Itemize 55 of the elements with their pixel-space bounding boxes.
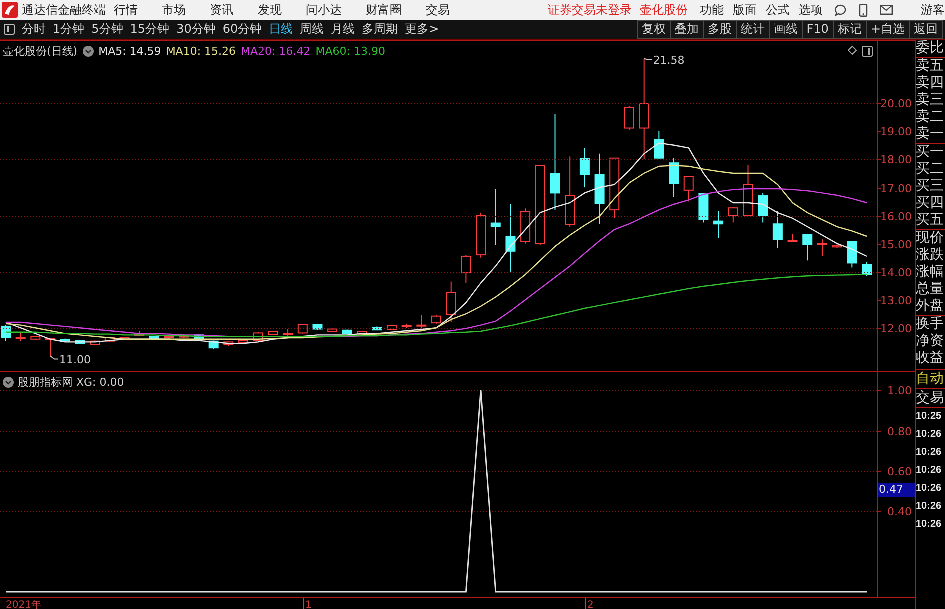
date-label: 2021年	[6, 600, 42, 609]
axis-label: 13.00	[880, 294, 912, 308]
axis-label: 14.00	[880, 266, 912, 280]
trade-time: 10:26	[916, 464, 943, 478]
chart-title: 壶化股份(日线)	[3, 44, 78, 59]
quote-field-label: 换手	[916, 316, 945, 333]
indicator-value: MA5: 14.59	[98, 45, 162, 58]
quote-field-label: 卖二	[916, 109, 945, 126]
quote-field-label: 外盘	[916, 298, 945, 315]
quote-field-label: 买一	[916, 144, 945, 161]
app-name: 通达信金融终端	[22, 2, 106, 18]
quote-field-label: 买三	[916, 178, 945, 195]
axis-label: 12.00	[880, 322, 912, 336]
indicator-value: MA60: 13.90	[316, 45, 386, 58]
axis-label: 15.00	[880, 238, 912, 252]
price-label: 21.58	[653, 54, 685, 67]
axis-label: 1.00	[888, 384, 912, 398]
axis-label: 20.00	[880, 98, 912, 110]
trade-time: 10:26	[916, 428, 943, 442]
indicator-value: MA10: 15.26	[166, 45, 236, 58]
trade-time: 10:26	[916, 500, 943, 514]
quote-field-label: 委比	[916, 40, 945, 57]
indicator-value: MA20: 16.42	[241, 45, 311, 58]
quote-field-label: 净资	[916, 333, 945, 350]
axis-label: 18.00	[880, 154, 912, 166]
cursor-value-label: 0.47	[878, 483, 915, 497]
quote-field-label: 总量	[916, 281, 945, 298]
status-notice: 证券交易未登录	[548, 2, 632, 18]
quote-field-label: 收益	[916, 350, 945, 367]
trade-time: 10:26	[916, 446, 943, 460]
indicator-title: 股朋指标网 XG: 0.00	[18, 375, 124, 390]
date-label: 2	[588, 600, 594, 609]
trade-label: 交易	[916, 389, 945, 408]
quote-field-label: 卖四	[916, 75, 945, 92]
status-notice: 壶化股份	[640, 2, 688, 18]
axis-label: 0.40	[888, 506, 912, 518]
axis-label: 0.60	[888, 466, 912, 478]
quote-field-label: 现价	[916, 230, 945, 247]
axis-label: 0.80	[888, 426, 912, 438]
trade-time: 10:25	[916, 410, 943, 424]
quote-field-label: 涨幅	[916, 264, 945, 281]
quote-field-label: 买四	[916, 195, 945, 212]
trade-time: 10:26	[916, 482, 943, 496]
quote-field-label: 卖三	[916, 92, 945, 109]
trade-time: 10:26	[916, 518, 943, 532]
axis-label: 16.00	[880, 210, 912, 224]
quote-field-label: 卖五	[916, 58, 945, 75]
price-label: 11.00	[60, 353, 92, 366]
quote-field-label: 卖一	[916, 126, 945, 143]
quote-field-label: 涨跌	[916, 247, 945, 264]
quote-field-label: 买二	[916, 161, 945, 178]
axis-label: 19.00	[880, 126, 912, 138]
date-label: 1	[306, 600, 312, 609]
axis-label: 17.00	[880, 182, 912, 196]
quote-field-label: 买五	[916, 212, 945, 229]
